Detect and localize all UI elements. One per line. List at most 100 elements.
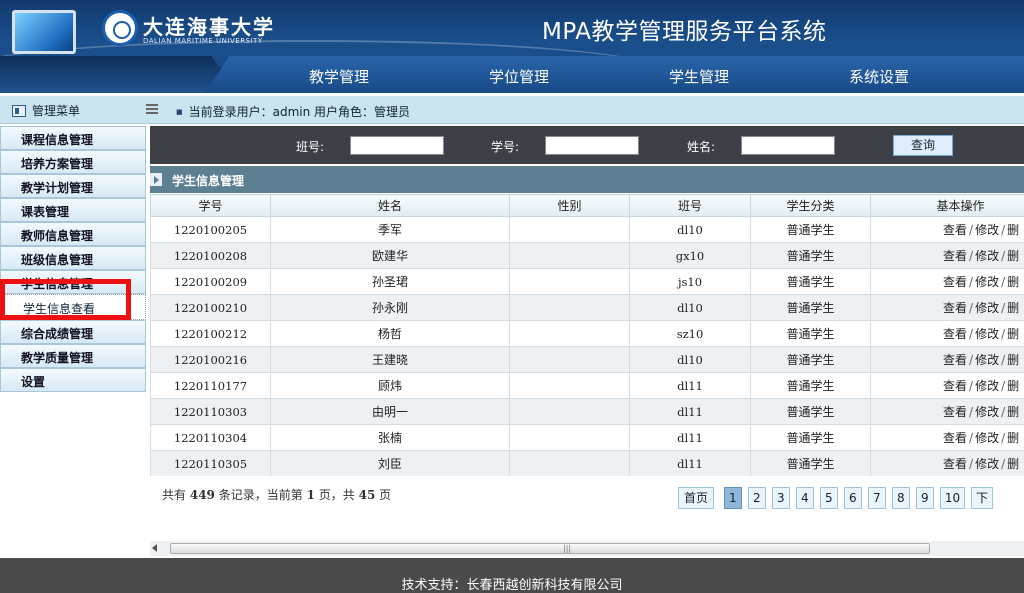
page-button[interactable]: 7 [867, 487, 886, 509]
cell-actions: 查看 / 修改 / 删 [870, 346, 1024, 373]
cell-student-id: 1220100216 [150, 346, 271, 373]
scroll-left-icon[interactable] [152, 544, 157, 552]
sidebar-item-training-plan[interactable]: 培养方案管理 [0, 150, 146, 174]
delete-link[interactable]: 删 [1007, 327, 1019, 341]
cell-gender [509, 424, 630, 451]
scrollbar-thumb[interactable]: ||| [170, 543, 930, 554]
edit-link[interactable]: 修改 [975, 327, 999, 341]
sidebar-item-teaching-plan[interactable]: 教学计划管理 [0, 174, 146, 198]
edit-link[interactable]: 修改 [975, 431, 999, 445]
student-name-input[interactable] [741, 136, 835, 155]
page-button[interactable]: 3 [771, 487, 790, 509]
view-link[interactable]: 查看 [943, 405, 967, 419]
view-link[interactable]: 查看 [943, 431, 967, 445]
cell-gender [509, 242, 630, 269]
view-link[interactable]: 查看 [943, 249, 967, 263]
page-button[interactable]: 6 [843, 487, 862, 509]
sidebar-item-teaching-quality[interactable]: 教学质量管理 [0, 344, 146, 368]
first-page-button[interactable]: 首页 [678, 487, 714, 509]
student-id-input[interactable] [545, 136, 639, 155]
cell-category: 普通学生 [750, 346, 871, 373]
sidebar-item-teacher-info[interactable]: 教师信息管理 [0, 222, 146, 246]
cell-name: 欧建华 [270, 242, 510, 269]
cell-name: 季军 [270, 216, 510, 243]
class-number-input[interactable] [350, 136, 444, 155]
view-link[interactable]: 查看 [943, 353, 967, 367]
cell-gender [509, 450, 630, 476]
nav-teaching-management[interactable]: 教学管理 [309, 66, 369, 87]
page-button[interactable]: 2 [747, 487, 766, 509]
nav-student-management[interactable]: 学生管理 [669, 66, 729, 87]
cell-name: 杨哲 [270, 320, 510, 347]
table-row: 1220110177 顾炜 dl11 普通学生 查看 / 修改 / 删 [150, 372, 1024, 399]
page-button[interactable]: 8 [891, 487, 910, 509]
delete-link[interactable]: 删 [1007, 301, 1019, 315]
summary-mid2: 页，共 [318, 488, 355, 502]
delete-link[interactable]: 删 [1007, 405, 1019, 419]
footer: 技术支持：长春西越创新科技有限公司 [0, 558, 1024, 593]
page-button[interactable]: 1 [723, 487, 742, 509]
cell-student-id: 1220110177 [150, 372, 271, 399]
edit-link[interactable]: 修改 [975, 405, 999, 419]
cell-student-id: 1220100205 [150, 216, 271, 243]
view-link[interactable]: 查看 [943, 275, 967, 289]
cell-category: 普通学生 [750, 450, 871, 476]
cell-student-id: 1220110304 [150, 424, 271, 451]
view-link[interactable]: 查看 [943, 223, 967, 237]
table-row: 1220110305 刘臣 dl11 普通学生 查看 / 修改 / 删 [150, 450, 1024, 476]
edit-link[interactable]: 修改 [975, 379, 999, 393]
view-link[interactable]: 查看 [943, 327, 967, 341]
sidebar-item-settings[interactable]: 设置 [0, 368, 146, 392]
delete-link[interactable]: 删 [1007, 223, 1019, 237]
delete-link[interactable]: 删 [1007, 379, 1019, 393]
cell-actions: 查看 / 修改 / 删 [870, 398, 1024, 425]
search-bar: 班号: 学号: 姓名: 查询 [150, 126, 1024, 164]
cell-class: js10 [629, 268, 751, 295]
delete-link[interactable]: 删 [1007, 353, 1019, 367]
cell-actions: 查看 / 修改 / 删 [870, 242, 1024, 269]
main-nav: 教学管理 学位管理 学生管理 系统设置 [0, 56, 1024, 93]
cell-gender [509, 268, 630, 295]
sidebar-menu: 课程信息管理 培养方案管理 教学计划管理 课表管理 教师信息管理 班级信息管理 … [0, 126, 148, 392]
edit-link[interactable]: 修改 [975, 275, 999, 289]
delete-link[interactable]: 删 [1007, 457, 1019, 471]
separator: / [1001, 223, 1006, 237]
page-button[interactable]: 10 [939, 487, 966, 509]
nav-system-settings[interactable]: 系统设置 [849, 66, 909, 87]
delete-link[interactable]: 删 [1007, 431, 1019, 445]
edit-link[interactable]: 修改 [975, 223, 999, 237]
cell-name: 王建晓 [270, 346, 510, 373]
separator: / [1001, 249, 1006, 263]
cell-class: dl11 [629, 398, 751, 425]
separator: / [969, 379, 974, 393]
pagination-controls: 首页 1 2 3 4 5 6 7 8 9 10 下 [678, 487, 1024, 509]
page-button[interactable]: 4 [795, 487, 814, 509]
sidebar-item-class-info[interactable]: 班级信息管理 [0, 246, 146, 270]
column-header-name: 姓名 [270, 194, 510, 217]
nav-degree-management[interactable]: 学位管理 [489, 66, 549, 87]
column-header-actions: 基本操作 [870, 194, 1024, 217]
page-button[interactable]: 5 [819, 487, 838, 509]
edit-link[interactable]: 修改 [975, 353, 999, 367]
view-link[interactable]: 查看 [943, 301, 967, 315]
delete-link[interactable]: 删 [1007, 249, 1019, 263]
separator: / [969, 223, 974, 237]
cell-actions: 查看 / 修改 / 删 [870, 372, 1024, 399]
app-header: 大连海事大学 DALIAN MARITIME UNIVERSITY MPA教学管… [0, 0, 1024, 93]
sidebar-item-overall-grades[interactable]: 综合成绩管理 [0, 320, 146, 344]
delete-link[interactable]: 删 [1007, 275, 1019, 289]
sidebar-item-course-info[interactable]: 课程信息管理 [0, 126, 146, 150]
view-link[interactable]: 查看 [943, 457, 967, 471]
edit-link[interactable]: 修改 [975, 457, 999, 471]
horizontal-scrollbar[interactable]: ||| [150, 541, 1024, 556]
collapse-menu-icon[interactable] [146, 104, 158, 114]
view-link[interactable]: 查看 [943, 379, 967, 393]
query-button[interactable]: 查询 [893, 135, 953, 156]
next-page-button[interactable]: 下 [971, 487, 994, 509]
cell-actions: 查看 / 修改 / 删 [870, 320, 1024, 347]
cell-actions: 查看 / 修改 / 删 [870, 216, 1024, 243]
edit-link[interactable]: 修改 [975, 249, 999, 263]
edit-link[interactable]: 修改 [975, 301, 999, 315]
sidebar-item-timetable[interactable]: 课表管理 [0, 198, 146, 222]
page-button[interactable]: 9 [915, 487, 934, 509]
